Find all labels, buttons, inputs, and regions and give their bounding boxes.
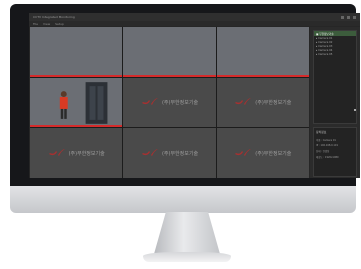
camera-grid: (주)무한정보기술 (주)무한정보기술 (주)무한정보기술 (주)무한정보기술 … [30, 27, 309, 178]
side-panel: ▣ 무한정보기술 ▸ Camera 01 ▸ Camera 02 ▸ Camer… [310, 27, 360, 178]
camera-tile-2[interactable] [123, 27, 216, 77]
window-controls [341, 15, 356, 19]
close-button[interactable] [353, 15, 356, 19]
camera-tile-6[interactable]: (주)무한정보기술 [216, 77, 309, 128]
camera-tile-4[interactable] [30, 77, 123, 128]
device-info: 장치정보 이름 : Camera 01 IP : 192.168.0.101 상… [313, 127, 357, 177]
logo-text: (주)무한정보기술 [68, 150, 105, 157]
monitor-neck [154, 212, 220, 254]
company-logo: (주)무한정보기술 [141, 97, 198, 107]
minimize-button[interactable] [341, 15, 344, 19]
tile-status-bar [123, 74, 216, 77]
screen: CCTV Integrated Monitoring File View Set… [29, 13, 360, 178]
company-logo: (주)무한정보기술 [234, 148, 291, 158]
logo-swoosh-icon [141, 98, 158, 106]
monitor-base [143, 252, 231, 262]
menu-file[interactable]: File [33, 22, 38, 26]
tree-item[interactable]: ▸ Camera 05 [314, 52, 356, 56]
tile-status-bar [216, 74, 309, 77]
logo-swoosh-icon [235, 149, 252, 157]
scroll-handle[interactable] [354, 109, 356, 111]
tile-status-bar [30, 125, 123, 128]
window-title: CCTV Integrated Monitoring [33, 15, 75, 19]
logo-swoosh-icon [141, 149, 158, 157]
camera-tile-9[interactable]: (주)무한정보기술 [216, 128, 309, 178]
camera-tile-7[interactable]: (주)무한정보기술 [30, 128, 123, 178]
camera-tile-8[interactable]: (주)무한정보기술 [123, 128, 216, 178]
monitor-mockup: CCTV Integrated Monitoring File View Set… [0, 0, 361, 269]
menu-bar: File View Setup [29, 21, 360, 26]
logo-text: (주)무한정보기술 [255, 150, 292, 157]
logo-text: (주)무한정보기술 [161, 150, 199, 157]
monitor-chin [10, 186, 356, 213]
menu-setup[interactable]: Setup [55, 22, 64, 26]
info-row: 해상도 : 1920x1080 [316, 156, 339, 159]
title-bar: CCTV Integrated Monitoring [29, 13, 360, 21]
logo-swoosh-icon [48, 149, 65, 157]
device-tree: ▣ 무한정보기술 ▸ Camera 01 ▸ Camera 02 ▸ Camer… [313, 30, 357, 124]
menu-view[interactable]: View [43, 22, 50, 26]
maximize-button[interactable] [347, 15, 350, 19]
camera-tile-3[interactable] [216, 27, 309, 77]
camera-scene-figure [59, 81, 108, 124]
logo-text: (주)무한정보기술 [255, 99, 292, 106]
logo-swoosh-icon [235, 98, 252, 106]
camera-tile-5[interactable]: (주)무한정보기술 [123, 77, 216, 128]
logo-text: (주)무한정보기술 [161, 99, 199, 106]
info-title: 장치정보 [316, 130, 327, 134]
company-logo: (주)무한정보기술 [48, 148, 105, 158]
company-logo: (주)무한정보기술 [141, 148, 198, 158]
tile-status-bar [30, 74, 123, 77]
camera-tile-1[interactable] [30, 27, 123, 77]
company-logo: (주)무한정보기술 [234, 97, 291, 107]
